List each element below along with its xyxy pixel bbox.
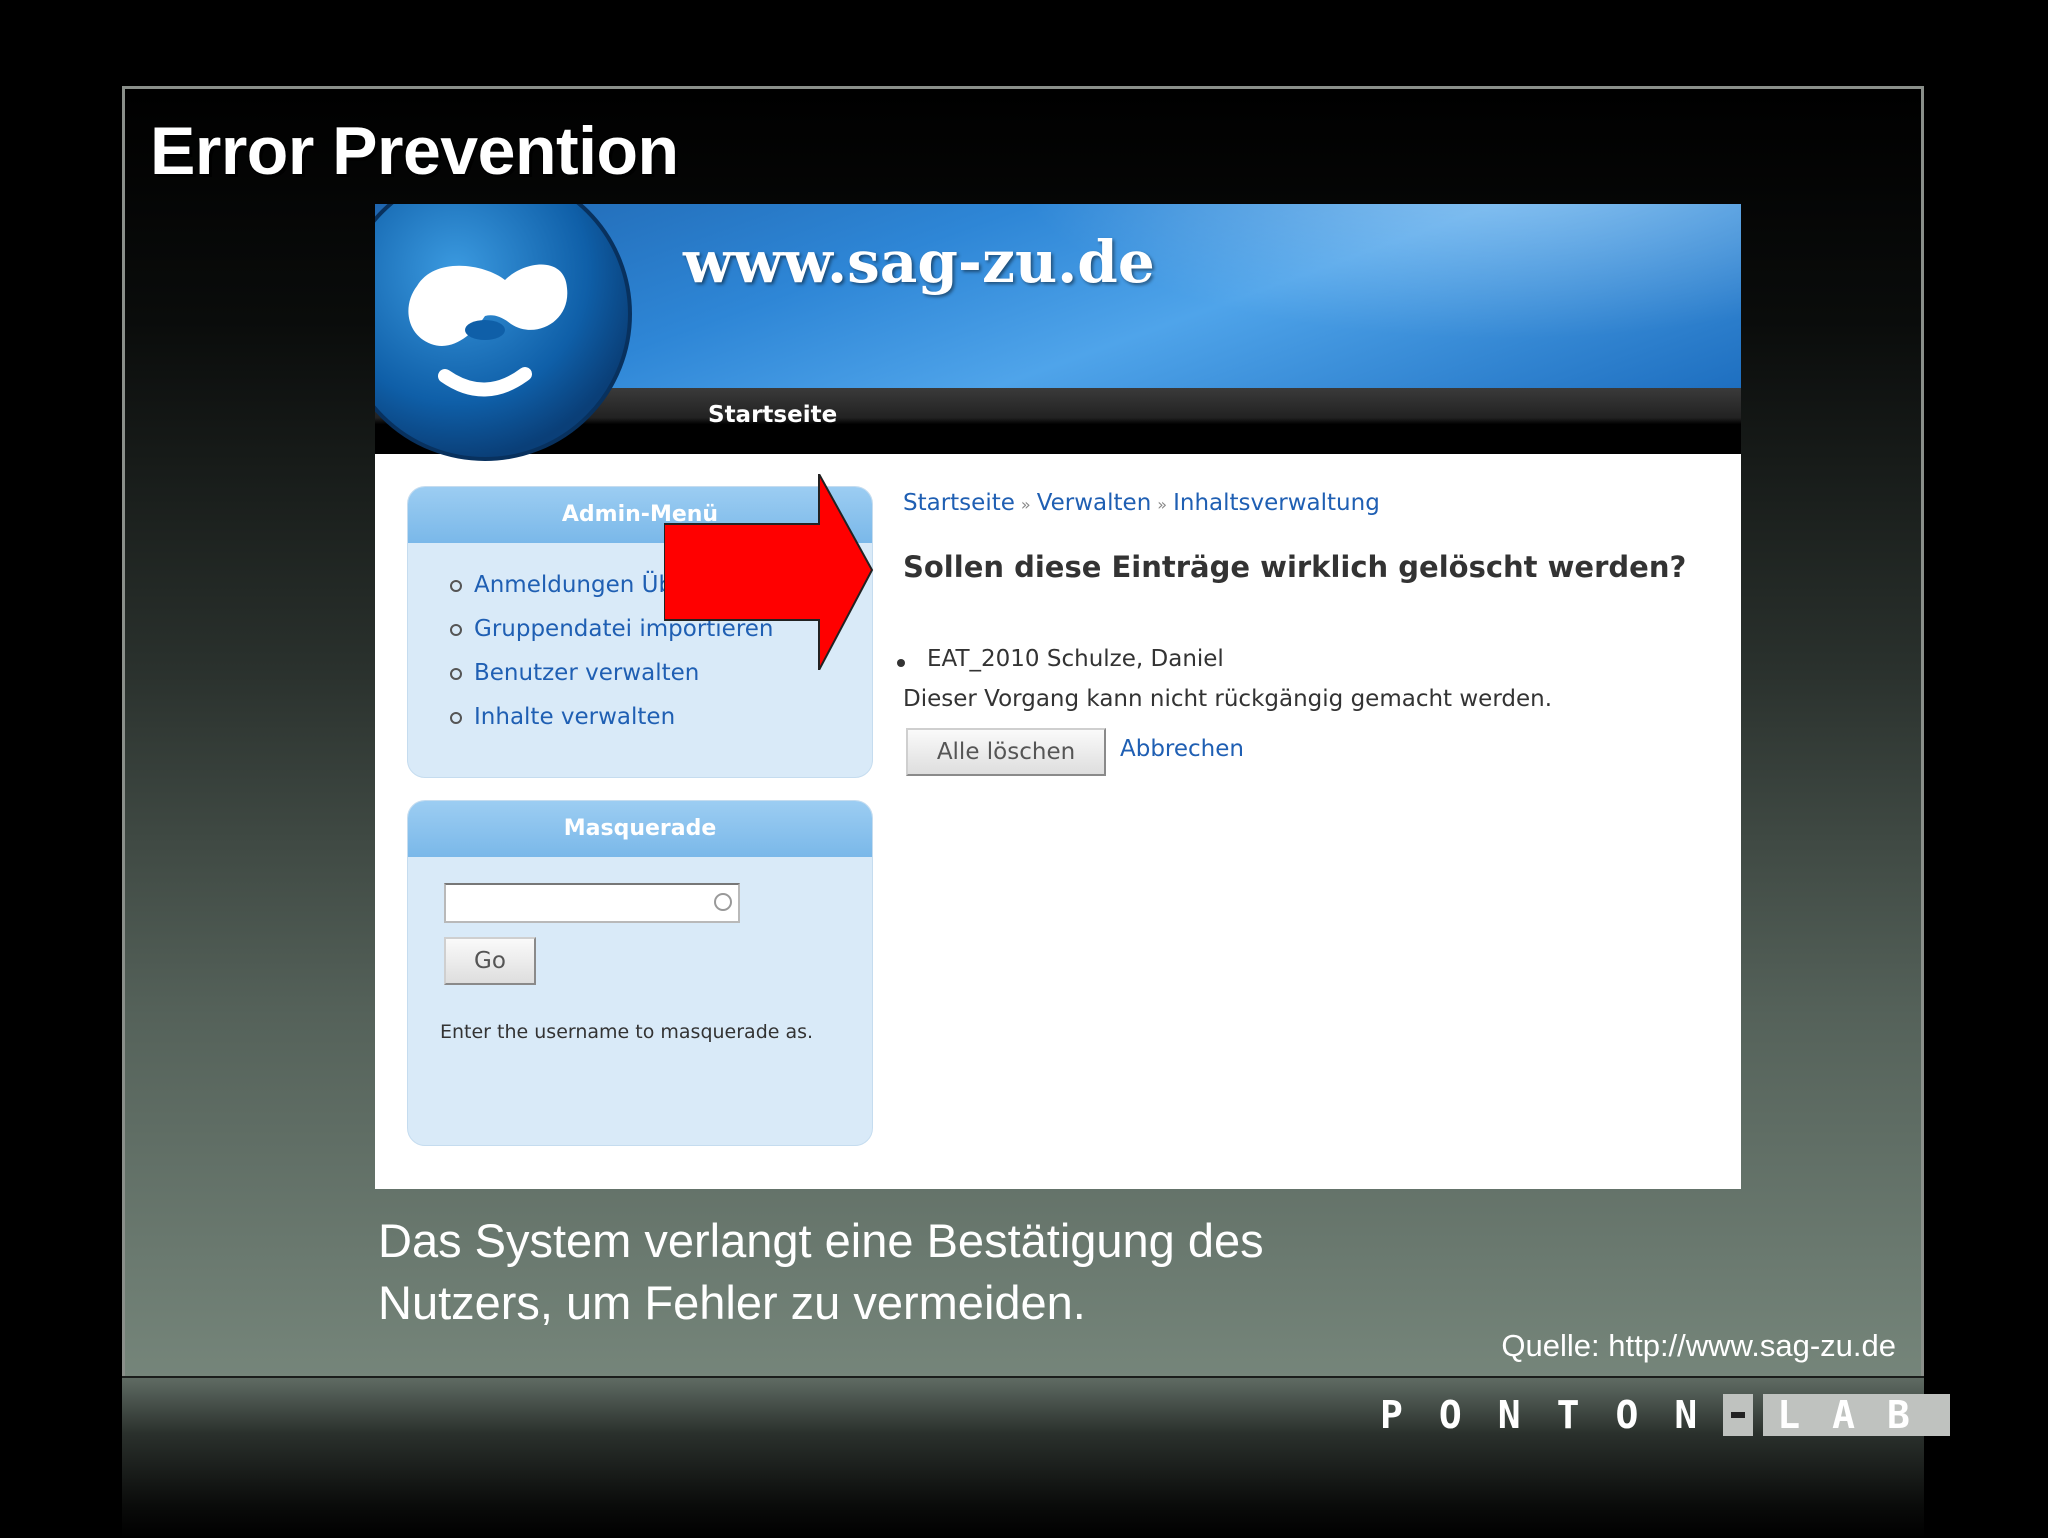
autocomplete-throbber-icon bbox=[714, 893, 732, 911]
logo-dash-icon bbox=[1723, 1394, 1754, 1436]
masquerade-input[interactable] bbox=[444, 883, 740, 923]
caption-line-1: Das System verlangt eine Bestätigung des bbox=[378, 1214, 1264, 1267]
logo-ponton-text: PONTON bbox=[1380, 1393, 1734, 1437]
masquerade-title: Masquerade bbox=[408, 801, 872, 857]
cancel-link[interactable]: Abbrechen bbox=[1120, 736, 1244, 762]
breadcrumb-verwalten[interactable]: Verwalten bbox=[1037, 490, 1152, 516]
bullet-icon bbox=[897, 659, 905, 667]
confirm-question: Sollen diese Einträge wirklich gelöscht … bbox=[903, 550, 1687, 584]
red-arrow-icon bbox=[664, 474, 874, 670]
slide-caption: Das System verlangt eine Bestätigung des… bbox=[378, 1210, 1264, 1334]
entry-to-delete: EAT_2010 Schulze, Daniel bbox=[927, 646, 1224, 672]
caption-line-2: Nutzers, um Fehler zu vermeiden. bbox=[378, 1276, 1086, 1329]
breadcrumb: Startseite » Verwalten » Inhaltsverwaltung bbox=[903, 490, 1380, 516]
breadcrumb-separator: » bbox=[1020, 495, 1031, 514]
nav-item-startseite[interactable]: Startseite bbox=[708, 402, 837, 428]
drupal-logo-icon[interactable] bbox=[375, 204, 635, 464]
irreversible-warning: Dieser Vorgang kann nicht rückgängig gem… bbox=[903, 686, 1553, 712]
slide-title: Error Prevention bbox=[150, 113, 679, 189]
logo-lab-text: LAB bbox=[1763, 1394, 1950, 1436]
masquerade-block: Masquerade Go Enter the username to masq… bbox=[407, 800, 873, 1146]
breadcrumb-separator: » bbox=[1157, 495, 1168, 514]
website-screenshot: Startseite www.sag-zu.de Admin-Menü Anme… bbox=[375, 204, 1741, 1189]
menu-item-inhalte[interactable]: Inhalte verwalten bbox=[448, 695, 872, 739]
go-button[interactable]: Go bbox=[444, 937, 536, 985]
masquerade-help: Enter the username to masquerade as. bbox=[440, 1021, 814, 1043]
delete-all-button[interactable]: Alle löschen bbox=[906, 728, 1106, 776]
breadcrumb-inhaltsverwaltung[interactable]: Inhaltsverwaltung bbox=[1173, 490, 1380, 516]
source-note: Quelle: http://www.sag-zu.de bbox=[1501, 1328, 1896, 1363]
site-name[interactable]: www.sag-zu.de bbox=[683, 228, 1155, 296]
ponton-lab-logo: PONTON LAB bbox=[1380, 1393, 1950, 1437]
breadcrumb-startseite[interactable]: Startseite bbox=[903, 490, 1015, 516]
